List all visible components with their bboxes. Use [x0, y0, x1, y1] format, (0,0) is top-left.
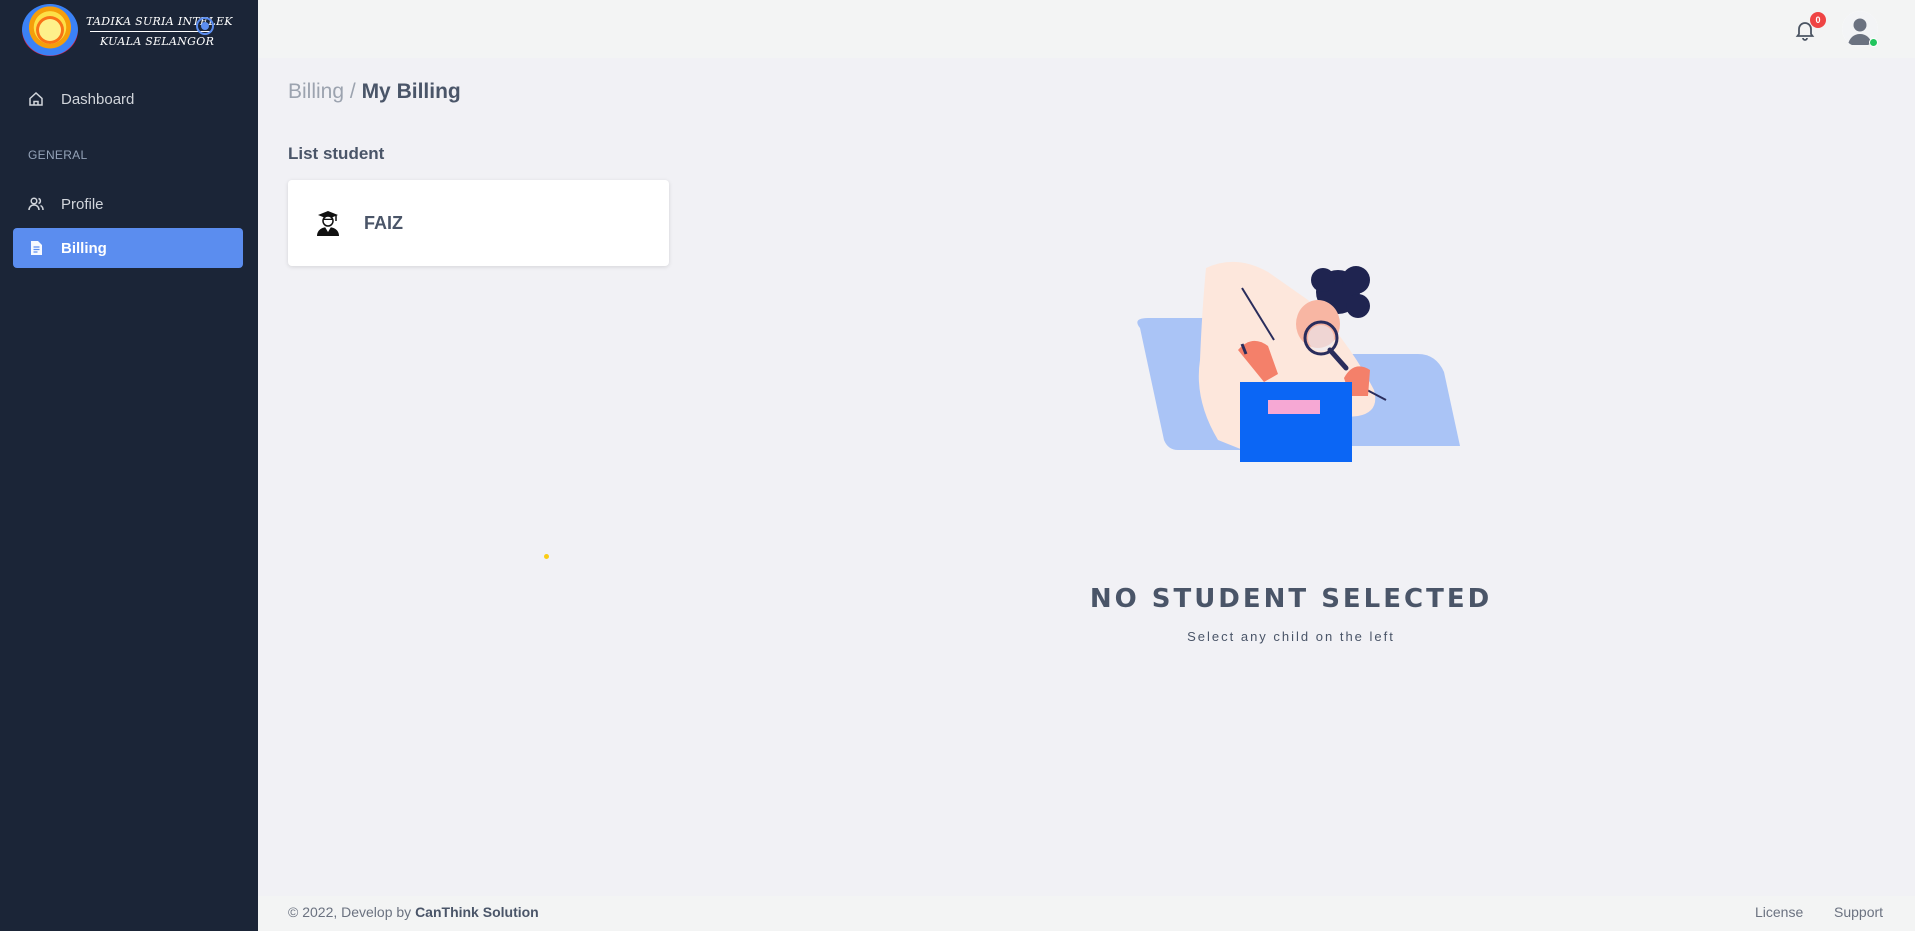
sidebar-item-dashboard[interactable]: Dashboard [13, 79, 243, 119]
top-bar [258, 0, 1915, 58]
brand-divider [90, 31, 212, 32]
license-link[interactable]: License [1755, 904, 1803, 920]
student-card[interactable]: FAIZ [288, 180, 669, 266]
breadcrumb: Billing / My Billing [288, 80, 461, 104]
notification-badge: 0 [1810, 12, 1826, 28]
student-name: FAIZ [364, 212, 403, 233]
empty-state-subtitle: Select any child on the left [1187, 629, 1395, 644]
company-link[interactable]: CanThink Solution [415, 904, 539, 920]
users-icon [27, 195, 45, 213]
empty-state-title: NO STUDENT SELECTED [1089, 584, 1493, 614]
brand-location: KUALA SELANGOR [100, 35, 215, 48]
sidebar-item-label: Billing [61, 239, 107, 257]
breadcrumb-separator: / [349, 80, 356, 103]
sidebar-item-label: Profile [61, 195, 104, 213]
page-title: My Billing [361, 80, 461, 103]
sidebar-item-label: Dashboard [61, 90, 135, 108]
online-status-icon [1869, 38, 1878, 47]
brand[interactable]: TADIKA SURIA INTELEK KUALA SELANGOR [22, 4, 248, 56]
copyright-text: © 2022, Develop by [288, 904, 412, 920]
sidebar-toggle-icon[interactable] [196, 17, 214, 35]
footer-copyright: © 2022, Develop by CanThink Solution [288, 904, 539, 920]
footer: © 2022, Develop by CanThink Solution Lic… [258, 896, 1915, 931]
decorative-dot [544, 554, 549, 559]
sidebar: TADIKA SURIA INTELEK KUALA SELANGOR Dash… [0, 0, 258, 931]
home-icon [27, 90, 45, 108]
support-link[interactable]: Support [1834, 904, 1883, 920]
student-list-title: List student [288, 144, 385, 163]
breadcrumb-root[interactable]: Billing [288, 80, 344, 103]
sidebar-item-billing[interactable]: Billing [13, 228, 243, 268]
empty-state-illustration [1118, 250, 1468, 470]
sidebar-item-profile[interactable]: Profile [13, 184, 243, 224]
graduate-icon [316, 209, 340, 237]
nav-section-label: GENERAL [28, 148, 88, 162]
document-icon [27, 239, 45, 257]
school-logo [22, 4, 78, 56]
